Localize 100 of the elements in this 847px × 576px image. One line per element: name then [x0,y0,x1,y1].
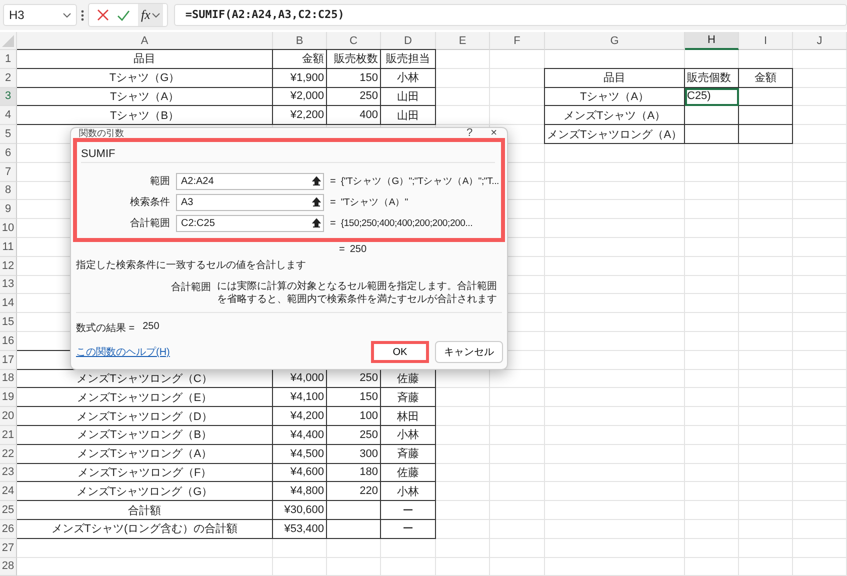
row-header[interactable]: 7 [0,162,17,182]
table-cell[interactable]: メンズTシャツロング（D） [17,407,273,426]
table-cell[interactable] [739,106,793,126]
table-cell[interactable]: メンズTシャツロング（B） [17,426,273,445]
table-cell[interactable] [739,88,793,106]
more-icon[interactable] [81,10,84,20]
table-cell[interactable] [327,520,381,539]
table-cell[interactable]: 180 [327,464,381,482]
table-cell[interactable] [327,501,381,520]
table-cell[interactable]: 販売枚数 [327,49,381,69]
ok-button[interactable]: OK [371,341,429,363]
cancel-icon[interactable] [97,9,109,21]
table-cell[interactable]: ¥1,900 [273,68,327,88]
row-header[interactable]: 20 [0,407,17,426]
collapse-icon[interactable] [312,197,321,207]
table-cell[interactable]: Tシャツ（B） [17,106,273,126]
row-header[interactable]: 3 [0,88,17,106]
table-cell[interactable]: 小林 [381,426,436,445]
column-header[interactable]: J [793,32,847,50]
argument-field[interactable]: A2:A24 [176,172,324,190]
column-header[interactable]: F [490,32,545,50]
row-header[interactable]: 5 [0,125,17,144]
row-header[interactable]: 23 [0,464,17,482]
table-cell[interactable]: 100 [327,407,381,426]
column-header[interactable]: A [17,32,273,50]
table-cell[interactable] [739,125,793,144]
row-header[interactable]: 19 [0,388,17,408]
row-header[interactable]: 16 [0,332,17,351]
table-cell[interactable]: ¥4,500 [273,444,327,464]
row-header[interactable]: 4 [0,106,17,126]
row-header[interactable]: 15 [0,313,17,332]
table-cell[interactable]: 300 [327,444,381,464]
row-header[interactable]: 14 [0,294,17,314]
table-cell[interactable]: ¥30,600 [273,501,327,520]
column-header[interactable]: I [739,32,793,50]
table-cell[interactable]: 販売担当 [381,49,436,69]
help-button[interactable]: ? [466,128,473,138]
row-header[interactable]: 24 [0,482,17,502]
table-cell[interactable]: メンズTシャツロング（A） [544,125,685,144]
table-cell[interactable]: 斉藤 [381,388,436,408]
insert-function-button[interactable]: fx [138,4,164,26]
row-header[interactable]: 17 [0,350,17,370]
table-cell[interactable]: Tシャツ（G） [17,68,273,88]
table-cell[interactable]: ¥2,200 [273,106,327,126]
table-cell[interactable]: ¥53,400 [273,520,327,539]
table-cell[interactable]: 斉藤 [381,444,436,464]
row-header[interactable]: 13 [0,276,17,294]
table-cell[interactable]: ー [381,520,436,539]
table-cell[interactable] [685,106,739,126]
chevron-down-icon[interactable] [63,12,71,18]
table-cell[interactable]: 250 [327,426,381,445]
column-header[interactable]: H [685,32,739,50]
row-header[interactable]: 26 [0,520,17,539]
table-cell[interactable]: 山田 [381,88,436,106]
row-header[interactable]: 27 [0,538,17,558]
table-cell[interactable]: ¥2,000 [273,88,327,106]
row-header[interactable]: 22 [0,444,17,464]
table-cell[interactable]: メンズTシャツロング（F） [17,464,273,482]
table-cell[interactable]: 小林 [381,482,436,502]
check-icon[interactable] [117,10,130,20]
table-cell[interactable]: メンズTシャツロング（E） [17,388,273,408]
row-header[interactable]: 1 [0,50,17,69]
row-header[interactable]: 12 [0,256,17,276]
table-cell[interactable]: メンズTシャツ(ロング含む）の合計額 [17,520,273,539]
formula-field[interactable]: =SUMIF(A2:A24,A3,C2:C25) [174,4,847,26]
table-cell[interactable]: 金額 [273,49,327,69]
table-cell[interactable]: ¥4,200 [273,407,327,426]
row-header[interactable]: 21 [0,426,17,445]
table-cell[interactable]: ¥4,600 [273,464,327,482]
help-link[interactable]: この関数のヘルプ(H) [76,345,170,359]
argument-field[interactable]: A3 [176,194,324,210]
column-header[interactable]: B [273,32,327,50]
table-cell[interactable]: ¥4,100 [273,388,327,408]
table-cell[interactable]: 林田 [381,407,436,426]
table-cell[interactable]: 品目 [544,68,685,88]
table-cell[interactable]: 150 [327,388,381,408]
table-cell[interactable]: 150 [327,68,381,88]
table-cell[interactable]: 金額 [739,68,793,88]
row-header[interactable]: 18 [0,370,17,388]
cancel-button[interactable]: キャンセル [435,341,503,363]
table-cell[interactable]: 250 [327,88,381,106]
row-header[interactable]: 25 [0,501,17,520]
table-cell[interactable]: C25) [685,88,739,106]
row-header[interactable]: 8 [0,182,17,200]
name-box[interactable]: H3 [3,4,77,26]
table-cell[interactable]: 小林 [381,68,436,88]
table-cell[interactable]: ー [381,501,436,520]
table-cell[interactable]: メンズTシャツ（A） [544,106,685,126]
argument-field[interactable]: C2:C25 [176,214,324,232]
table-cell[interactable]: メンズTシャツロング（G） [17,482,273,502]
column-header[interactable]: D [381,32,436,50]
table-cell[interactable]: 山田 [381,106,436,126]
collapse-icon[interactable] [312,176,321,186]
table-cell[interactable]: Tシャツ（A） [17,88,273,106]
table-cell[interactable]: 220 [327,482,381,502]
table-cell[interactable]: ¥4,400 [273,426,327,445]
row-header[interactable]: 11 [0,238,17,257]
table-cell[interactable]: 販売個数 [685,68,739,88]
row-header[interactable]: 10 [0,219,17,238]
collapse-icon[interactable] [312,218,321,228]
